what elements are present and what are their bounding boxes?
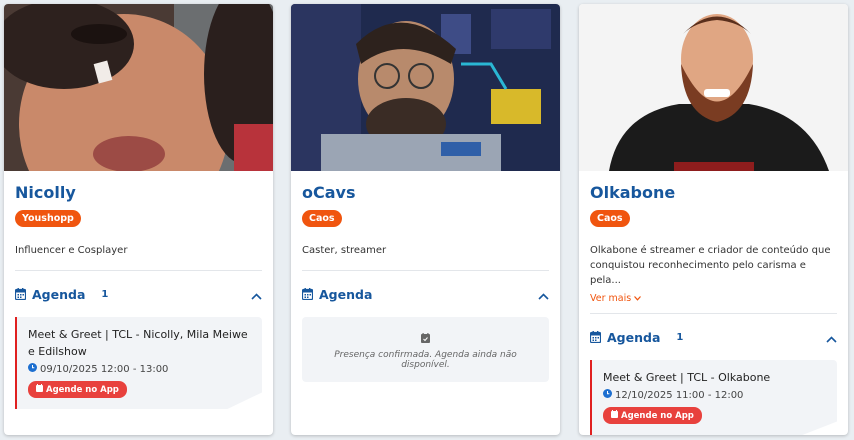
team-badge: Caos [302, 210, 342, 227]
chevron-up-icon[interactable] [251, 285, 262, 304]
agenda-label: Agenda [607, 329, 661, 345]
profile-photo [4, 4, 273, 171]
agenda-label: Agenda [32, 286, 86, 302]
schedule-in-app-button[interactable]: Agende no App [603, 407, 702, 424]
chevron-down-icon [634, 293, 642, 304]
agenda-count: 1 [101, 288, 109, 300]
profile-photo [291, 4, 560, 171]
influencer-card-ocavs: oCavs Caos Caster, streamer Agenda Prese… [291, 4, 560, 435]
see-more-link[interactable]: Ver mais [590, 293, 837, 304]
calendar-small-icon [611, 410, 618, 421]
calendar-small-icon [36, 384, 43, 395]
agenda-empty-state: Presença confirmada. Agenda ainda não di… [302, 317, 549, 382]
team-badge: Youshopp [15, 210, 81, 227]
event-time: 09/10/2025 12:00 - 13:00 [28, 363, 252, 375]
clock-icon [28, 363, 37, 375]
calendar-icon [589, 328, 602, 347]
calendar-check-icon [421, 328, 430, 347]
agenda-event: Meet & Greet | TCL - Nicolly, Mila Meiwe… [15, 317, 262, 409]
influencer-name: Nicolly [15, 183, 76, 202]
profile-photo [579, 4, 848, 171]
influencer-bio: Influencer e Cosplayer [15, 245, 128, 256]
agenda-count: 1 [676, 331, 684, 343]
influencer-card-olkabone: Olkabone Caos Olkabone é streamer e cria… [579, 4, 848, 435]
influencer-name: Olkabone [590, 183, 676, 202]
agenda-empty-text: Presença confirmada. Agenda ainda não di… [334, 350, 517, 370]
influencer-card-nicolly: Nicolly Youshopp Influencer e Cosplayer … [4, 4, 273, 435]
schedule-in-app-label: Agende no App [46, 384, 119, 395]
event-time-text: 09/10/2025 12:00 - 13:00 [40, 363, 169, 375]
agenda-event: Meet & Greet | TCL - Olkabone 12/10/2025… [590, 360, 837, 435]
agenda-toggle[interactable]: Agenda 1 [4, 271, 273, 317]
event-time-text: 12/10/2025 11:00 - 12:00 [615, 389, 744, 401]
event-title: Meet & Greet | TCL - Nicolly, Mila Meiwe… [28, 328, 248, 358]
influencer-name: oCavs [302, 183, 356, 202]
influencer-bio: Olkabone é streamer e criador de conteúd… [590, 245, 831, 286]
chevron-up-icon[interactable] [538, 285, 549, 304]
agenda-label: Agenda [319, 286, 373, 302]
schedule-in-app-label: Agende no App [621, 410, 694, 421]
event-time: 12/10/2025 11:00 - 12:00 [603, 389, 827, 401]
influencer-bio: Caster, streamer [302, 245, 387, 256]
chevron-up-icon[interactable] [826, 328, 837, 347]
calendar-icon [301, 285, 314, 304]
agenda-toggle[interactable]: Agenda 1 [579, 314, 848, 360]
agenda-toggle[interactable]: Agenda [291, 271, 560, 317]
schedule-in-app-button[interactable]: Agende no App [28, 381, 127, 398]
calendar-icon [14, 285, 27, 304]
event-title: Meet & Greet | TCL - Olkabone [603, 371, 771, 384]
see-more-label: Ver mais [590, 293, 632, 304]
clock-icon [603, 389, 612, 401]
team-badge: Caos [590, 210, 630, 227]
